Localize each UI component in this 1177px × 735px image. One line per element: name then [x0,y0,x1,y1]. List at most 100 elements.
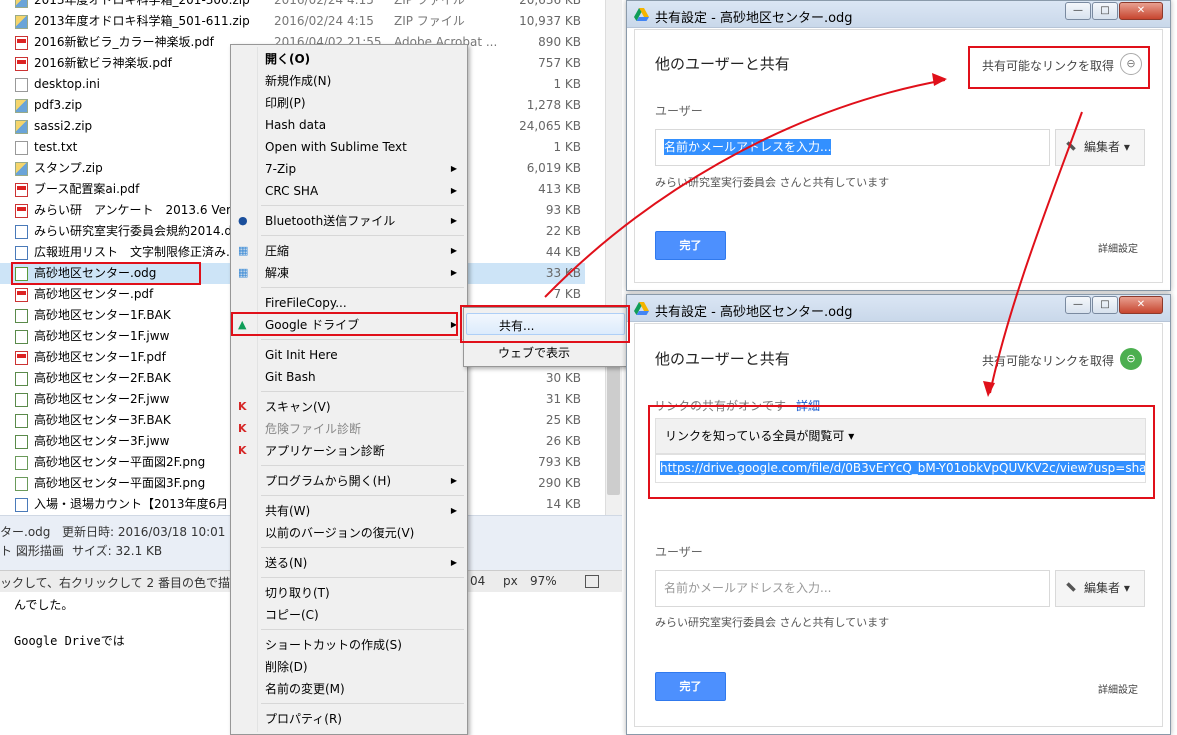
menu-item[interactable]: ショートカットの作成(S) [234,634,465,656]
menu-item[interactable]: コピー(C) [234,604,465,626]
file-name: 高砂地区センター2F.jww [34,392,170,406]
link-icon-active[interactable]: ⊖ [1120,348,1142,370]
highlight-share-item [460,305,630,343]
menu-item[interactable]: K アプリケーション診断 [234,440,465,462]
close-button[interactable]: ✕ [1119,2,1163,20]
minimize-button[interactable]: — [1065,296,1091,314]
zip-file-icon [15,99,28,113]
file-name: test.txt [34,140,78,154]
menu-item[interactable]: 印刷(P) [234,92,465,114]
file-size: 20,636 KB [519,0,581,7]
menu-item[interactable]: Hash data [234,114,465,136]
menu-item[interactable]: ● Bluetooth送信ファイル ▶ [234,210,465,232]
submenu-arrow-icon: ▶ [450,246,457,255]
user-email-input[interactable]: 名前かメールアドレスを入力... [655,570,1050,607]
fit-icon[interactable] [585,575,599,588]
menu-item[interactable]: Git Init Here [234,344,465,366]
menu-item[interactable]: ▦ 圧縮 ▶ [234,240,465,262]
file-size: 1 KB [553,140,581,154]
maximize-button[interactable]: □ [1092,296,1118,314]
shared-with-text: みらい研究室実行委員会 さんと共有しています [655,176,890,189]
menu-item[interactable]: K スキャン(V) [234,396,465,418]
file-size: 290 KB [538,476,581,490]
menu-item-label: 切り取り(T) [265,586,330,600]
bak-file-icon [15,372,28,386]
menu-item-label: コピー(C) [265,608,319,622]
menu-item[interactable]: 共有(W) ▶ [234,500,465,522]
txt-file-icon [15,141,28,155]
menu-item[interactable]: 切り取り(T) [234,582,465,604]
advanced-settings-link[interactable]: 詳細設定 [1098,681,1138,696]
dialog-body: 他のユーザーと共有 共有可能なリンクを取得 ⊖ リンクの共有がオンです 詳細 リ… [634,323,1163,727]
role-dropdown[interactable]: 編集者 ▾ [1055,570,1145,607]
submenu-arrow-icon: ▶ [450,558,457,567]
submenu-arrow-icon: ▶ [450,216,457,225]
submenu-arrow-icon: ▶ [450,164,457,173]
menu-separator [261,629,464,630]
done-button[interactable]: 完了 [655,672,726,701]
png-file-icon [15,456,28,470]
minimize-button[interactable]: — [1065,2,1091,20]
file-type: ZIP ファイル [394,0,465,7]
menu-item[interactable]: 名前の変更(M) [234,678,465,700]
png-file-icon [15,477,28,491]
close-button[interactable]: ✕ [1119,296,1163,314]
file-size: 33 KB [545,266,581,280]
menu-item[interactable]: 送る(N) ▶ [234,552,465,574]
context-menu: 開く(O) 新規作成(N) 印刷(P) Hash data Open with Subl… [230,44,468,735]
menu-item-label: CRC SHA [265,184,319,198]
menu-item[interactable]: K 危険ファイル診断 [234,418,465,440]
maximize-button[interactable]: □ [1092,2,1118,20]
pencil-icon [1066,141,1076,151]
done-button[interactable]: 完了 [655,231,726,260]
file-row[interactable]: 2013年度オドロキ科学箱_201-300.zip 2016/02/24 4:15… [0,0,585,11]
file-size: 890 KB [538,35,581,49]
file-size: 793 KB [538,455,581,469]
menu-item[interactable]: 削除(D) [234,656,465,678]
file-row[interactable]: 2013年度オドロキ科学箱_501-611.zip 2016/02/24 4:15… [0,11,585,32]
advanced-settings-link[interactable]: 詳細設定 [1098,240,1138,255]
file-name: 広報班用リスト 文字制限修正済み. [34,245,230,259]
file-name: sassi2.zip [34,119,93,133]
pdf-file-icon [15,183,28,197]
bak-file-icon [15,330,28,344]
file-name: pdf3.zip [34,98,83,112]
user-email-input[interactable]: 名前かメールアドレスを入力... [655,129,1050,166]
file-size: 10,937 KB [519,14,581,28]
highlight-selected-file [11,262,201,285]
menu-item-label: アプリケーション診断 [265,444,385,458]
pdf-file-icon [15,204,28,218]
menu-item-label: 解凍 [265,266,290,280]
file-name: 高砂地区センター3F.jww [34,434,170,448]
get-link-text[interactable]: 共有可能なリンクを取得 [982,352,1114,369]
menu-item[interactable]: ▦ 解凍 ▶ [234,262,465,284]
menu-item-label: 開く(O) [265,52,311,66]
menu-item[interactable]: プログラムから開く(H) ▶ [234,470,465,492]
menu-item[interactable]: 開く(O) [234,48,465,70]
file-name: 2016新歓ビラ神楽坂.pdf [34,56,172,70]
menu-item[interactable]: Open with Sublime Text [234,136,465,158]
menu-item[interactable]: Git Bash [234,366,465,388]
dialog-heading: 他のユーザーと共有 [655,350,790,368]
role-label: 編集者 [1084,581,1121,595]
menu-item[interactable]: 新規作成(N) [234,70,465,92]
file-type: ZIP ファイル [394,14,465,28]
file-name: 高砂地区センター1F.BAK [34,308,171,322]
menu-separator [261,339,464,340]
menu-item[interactable]: プロパティ(R) [234,708,465,730]
status-unit: px [503,574,518,588]
menu-item-label: プログラムから開く(H) [265,474,392,488]
file-size: 93 KB [545,203,581,217]
menu-item[interactable]: 以前のバージョンの復元(V) [234,522,465,544]
menu-item[interactable]: CRC SHA ▶ [234,180,465,202]
file-size: 31 KB [545,392,581,406]
menu-item[interactable]: 7-Zip ▶ [234,158,465,180]
zip-file-icon [15,0,28,8]
role-dropdown[interactable]: 編集者 ▾ [1055,129,1145,166]
menu-item-label: ショートカットの作成(S) [265,638,402,652]
bak-file-icon [15,435,28,449]
details-filename: ター.odg [0,525,51,539]
submenu-item-web[interactable]: ウェブで表示 [466,341,625,363]
menu-item[interactable]: FireFileCopy... [234,292,465,314]
menu-item-label: Open with Sublime Text [265,140,407,154]
